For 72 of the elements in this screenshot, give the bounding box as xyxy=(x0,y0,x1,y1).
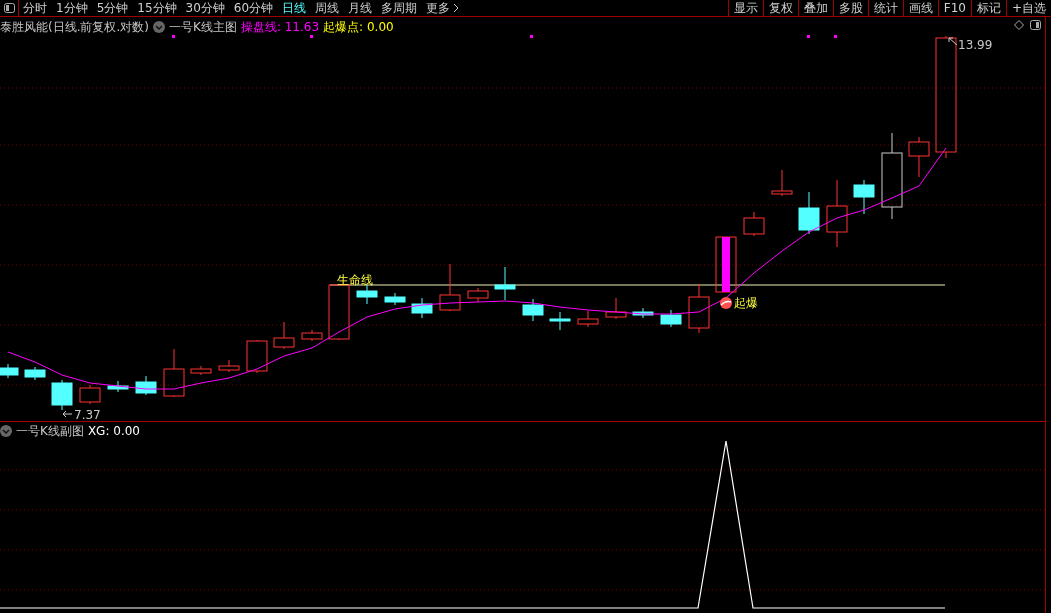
period-tab[interactable]: 日线 xyxy=(282,2,307,14)
period-tab[interactable]: 月线 xyxy=(348,2,373,14)
candlestick xyxy=(273,321,295,350)
period-tab[interactable]: 分时 xyxy=(23,2,47,14)
chart-annotation: 起爆 xyxy=(734,295,758,312)
arrow-icon xyxy=(948,37,958,46)
candlestick xyxy=(0,363,19,379)
period-tab[interactable]: 5分钟 xyxy=(96,2,129,14)
panel-toggle-icon[interactable] xyxy=(3,3,15,13)
candlestick xyxy=(356,284,378,305)
indicator-value: XG: 0.00 xyxy=(87,423,140,440)
price-label: 7.37 xyxy=(74,407,101,424)
candlestick xyxy=(51,379,73,411)
candlestick xyxy=(301,329,323,342)
toolbar-button[interactable]: 标记 xyxy=(970,0,1006,16)
toolbar-button[interactable]: 叠加 xyxy=(797,0,833,16)
toolbar-button[interactable]: +自选 xyxy=(1005,0,1051,16)
diamond-icon[interactable] xyxy=(1014,20,1024,30)
candlestick xyxy=(771,169,793,197)
candlestick xyxy=(411,297,433,319)
candlestick xyxy=(549,311,571,331)
arrow-icon xyxy=(62,410,73,418)
period-tab[interactable]: 更多 xyxy=(426,2,451,14)
period-tab[interactable]: 60分钟 xyxy=(233,2,274,14)
candlestick xyxy=(163,348,185,398)
candlestick xyxy=(79,384,101,405)
candlestick xyxy=(24,366,46,381)
toolbar-button[interactable]: 画线 xyxy=(902,0,938,16)
chevron-right-icon[interactable] xyxy=(453,3,460,13)
candlestick xyxy=(632,307,654,319)
stock-title: 泰胜风能(日线.前复权.对数) xyxy=(0,19,149,36)
candlestick xyxy=(826,179,848,248)
candlestick xyxy=(743,211,765,237)
toolbar-button[interactable]: 复权 xyxy=(762,0,798,16)
candlestick xyxy=(522,298,544,322)
candlestick xyxy=(660,309,682,328)
candlestick xyxy=(853,179,875,215)
indicator-name: 一号K线主图 xyxy=(169,19,237,36)
chart-annotation: 生命线 xyxy=(337,272,373,289)
candlestick xyxy=(384,292,406,306)
candlestick xyxy=(577,310,599,328)
toolbar-button[interactable]: 统计 xyxy=(867,0,903,16)
candlestick xyxy=(908,136,930,178)
period-tab[interactable]: 1分钟 xyxy=(56,2,88,14)
period-tab[interactable]: 周线 xyxy=(315,2,340,14)
toolbar-button[interactable]: 显示 xyxy=(727,0,763,16)
candlestick xyxy=(467,287,489,303)
toolbar-button[interactable]: F10 xyxy=(937,0,971,16)
candlestick xyxy=(494,266,516,301)
period-tab[interactable]: 15分钟 xyxy=(137,2,177,14)
toolbar-button[interactable]: 多股 xyxy=(832,0,868,16)
indicator-value: 操盘线: 11.63 xyxy=(240,19,320,36)
candlestick xyxy=(107,380,129,393)
candlestick xyxy=(135,375,157,396)
dropdown-icon[interactable] xyxy=(153,21,165,33)
period-tab[interactable]: 多周期 xyxy=(381,2,418,14)
candlestick xyxy=(688,283,710,334)
candlestick xyxy=(328,284,350,341)
candlestick xyxy=(246,339,268,374)
signal-ball-icon xyxy=(720,297,732,309)
dropdown-icon[interactable] xyxy=(0,425,12,437)
period-tab[interactable]: 30分钟 xyxy=(185,2,225,14)
candlestick xyxy=(798,191,820,235)
candlestick xyxy=(605,297,627,320)
candlestick xyxy=(439,263,461,312)
candlestick xyxy=(190,365,212,376)
candlestick xyxy=(218,359,240,373)
panel-toggle-icon[interactable] xyxy=(1030,20,1041,30)
indicator-name: 一号K线副图 xyxy=(16,423,84,440)
price-label: 13.99 xyxy=(958,37,993,54)
candlestick xyxy=(715,236,737,293)
indicator-value: 起爆点: 0.00 xyxy=(323,19,394,36)
